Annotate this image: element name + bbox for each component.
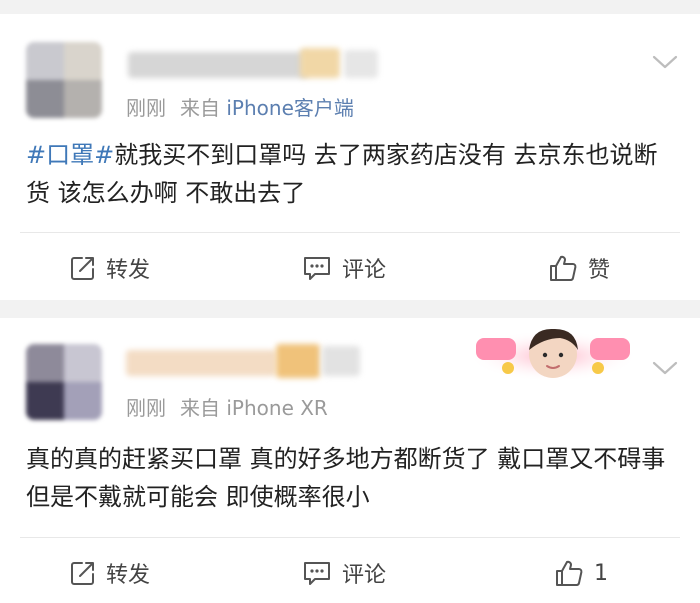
username-blurred[interactable] [128, 52, 308, 78]
repost-button[interactable]: 转发 [70, 543, 150, 603]
repost-icon [71, 562, 94, 585]
source-prefix: 来自 [180, 396, 220, 420]
repost-icon [71, 257, 94, 280]
like-icon [556, 560, 583, 586]
comment-icon [304, 562, 330, 585]
comment-label: 评论 [342, 563, 387, 588]
post-card: 刚刚 来自 iPhone XR 真的真的赶紧买口罩 真的好多地方都断货了 戴口罩又… [0, 318, 700, 603]
post-meta: 刚刚 来自 iPhone客户端 [126, 92, 354, 121]
level-badge [322, 346, 360, 376]
avatar[interactable] [26, 42, 102, 118]
source-prefix: 来自 [180, 96, 220, 120]
repost-label: 转发 [106, 563, 151, 588]
fan-badge-sticker [468, 328, 638, 382]
client-label: iPhone XR [226, 396, 328, 420]
like-button[interactable]: 赞 [548, 238, 610, 298]
avatar[interactable] [26, 344, 102, 420]
chevron-down-icon[interactable] [650, 52, 680, 72]
post-content: #口罩#就我买不到口罩吗 去了两家药店没有 去京东也说断货 该怎么办啊 不敢出去… [26, 136, 676, 212]
post-meta: 刚刚 来自 iPhone XR [126, 392, 328, 421]
divider [20, 537, 680, 538]
action-bar: 转发 评论 1 [0, 543, 700, 603]
post-text: 真的真的赶紧买口罩 真的好多地方都断货了 戴口罩又不碍事 但是不戴就可能会 即使… [26, 445, 666, 511]
post-text: 就我买不到口罩吗 去了两家药店没有 去京东也说断货 该怎么办啊 不敢出去了 [26, 141, 658, 207]
username-blurred[interactable] [126, 350, 276, 376]
repost-button[interactable]: 转发 [70, 238, 150, 298]
hashtag-link[interactable]: #口罩# [26, 141, 114, 169]
chevron-down-icon[interactable] [650, 358, 680, 378]
divider [20, 232, 680, 233]
repost-label: 转发 [106, 258, 151, 283]
action-bar: 转发 评论 赞 [0, 238, 700, 298]
post-time: 刚刚 [126, 396, 166, 420]
comment-button[interactable]: 评论 [302, 238, 386, 298]
like-label: 赞 [588, 258, 611, 283]
member-badge [300, 48, 340, 78]
comment-button[interactable]: 评论 [302, 543, 386, 603]
level-badge [344, 50, 378, 78]
post-content: 真的真的赶紧买口罩 真的好多地方都断货了 戴口罩又不碍事 但是不戴就可能会 即使… [26, 440, 676, 516]
post-card: 刚刚 来自 iPhone客户端 #口罩#就我买不到口罩吗 去了两家药店没有 去京东… [0, 14, 700, 300]
client-link[interactable]: iPhone客户端 [226, 96, 354, 120]
like-icon [550, 255, 577, 281]
comment-label: 评论 [342, 258, 387, 283]
like-count: 1 [594, 560, 608, 586]
like-button[interactable]: 1 [554, 543, 608, 603]
member-badge [276, 344, 320, 378]
comment-icon [304, 257, 330, 280]
post-time: 刚刚 [126, 96, 166, 120]
